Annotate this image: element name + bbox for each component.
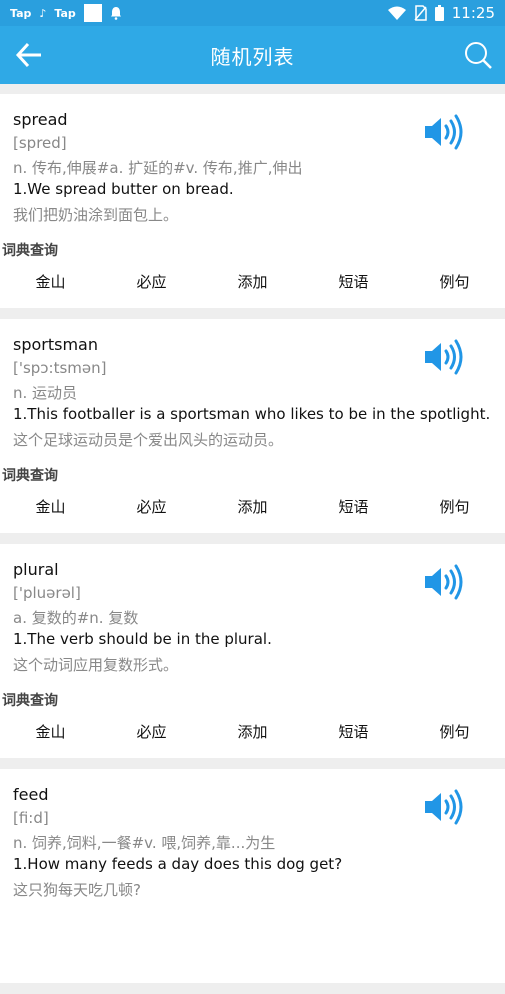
word-card: sportsman ['spɔ:tsmən] n. 运动员 1.This foo… bbox=[0, 319, 505, 533]
word-list: spread [spred] n. 传布,伸展#a. 扩延的#v. 传布,推广,… bbox=[0, 94, 505, 994]
notification-bell-icon bbox=[110, 7, 121, 20]
add-button[interactable]: 添加 bbox=[202, 262, 303, 302]
phrase-button[interactable]: 短语 bbox=[303, 262, 404, 302]
jinshan-button[interactable]: 金山 bbox=[0, 262, 101, 302]
word-phonetic: [fi:d] bbox=[13, 809, 49, 827]
search-icon[interactable] bbox=[463, 40, 493, 70]
example-english: 1.How many feeds a day does this dog get… bbox=[13, 855, 343, 873]
add-button[interactable]: 添加 bbox=[202, 712, 303, 752]
word-title: spread bbox=[13, 110, 68, 129]
word-phonetic: ['spɔ:tsmən] bbox=[13, 359, 107, 377]
speaker-icon[interactable] bbox=[423, 564, 465, 600]
phrase-button[interactable]: 短语 bbox=[303, 487, 404, 527]
status-bar-left: Tap ♪ Tap bbox=[10, 4, 122, 22]
dict-query-label: 词典查询 bbox=[2, 693, 58, 709]
word-phonetic: [spred] bbox=[13, 134, 67, 152]
tap-app-label-1: Tap bbox=[10, 6, 32, 20]
back-arrow-icon[interactable] bbox=[14, 40, 44, 70]
page-title: 随机列表 bbox=[210, 44, 295, 69]
app-notification-icon bbox=[83, 4, 102, 22]
speaker-icon[interactable] bbox=[423, 114, 465, 150]
word-card: feed [fi:d] n. 饲养,饲料,一餐#v. 喂,饲养,靠...为生 1… bbox=[0, 769, 505, 983]
word-definition: a. 复数的#n. 复数 bbox=[13, 609, 139, 627]
word-phonetic: ['pluərəl] bbox=[13, 584, 81, 602]
status-bar: Tap ♪ Tap 11:25 bbox=[0, 0, 505, 26]
word-definition: n. 饲养,饲料,一餐#v. 喂,饲养,靠...为生 bbox=[13, 834, 276, 852]
example-english: 1.We spread butter on bread. bbox=[13, 180, 234, 198]
example-chinese: 这个足球运动员是个爱出风头的运动员。 bbox=[13, 431, 284, 449]
battery-icon bbox=[434, 5, 444, 21]
word-title: feed bbox=[13, 785, 49, 804]
example-chinese: 这个动词应用复数形式。 bbox=[13, 656, 179, 674]
no-sim-icon bbox=[414, 5, 427, 21]
tap-app-label-2: Tap bbox=[54, 6, 76, 20]
bing-button[interactable]: 必应 bbox=[101, 487, 202, 527]
dict-query-label: 词典查询 bbox=[2, 243, 58, 259]
word-card: plural ['pluərəl] a. 复数的#n. 复数 1.The ver… bbox=[0, 544, 505, 758]
action-bar: 金山 必应 添加 短语 例句 bbox=[0, 712, 505, 752]
example-sentence-button[interactable]: 例句 bbox=[404, 487, 505, 527]
bing-button[interactable]: 必应 bbox=[101, 712, 202, 752]
tiktok-icon: ♪ bbox=[39, 6, 47, 20]
word-definition: n. 传布,伸展#a. 扩延的#v. 传布,推广,伸出 bbox=[13, 159, 303, 177]
speaker-icon[interactable] bbox=[423, 339, 465, 375]
status-bar-right: 11:25 bbox=[387, 4, 495, 22]
speaker-icon[interactable] bbox=[423, 789, 465, 825]
example-sentence-button[interactable]: 例句 bbox=[404, 712, 505, 752]
word-definition: n. 运动员 bbox=[13, 384, 78, 402]
add-button[interactable]: 添加 bbox=[202, 487, 303, 527]
wifi-icon bbox=[387, 6, 406, 20]
jinshan-button[interactable]: 金山 bbox=[0, 487, 101, 527]
dict-query-label: 词典查询 bbox=[2, 468, 58, 484]
example-english: 1.This footballer is a sportsman who lik… bbox=[13, 405, 491, 423]
example-chinese: 我们把奶油涂到面包上。 bbox=[13, 206, 179, 224]
example-sentence-button[interactable]: 例句 bbox=[404, 262, 505, 302]
phrase-button[interactable]: 短语 bbox=[303, 712, 404, 752]
jinshan-button[interactable]: 金山 bbox=[0, 712, 101, 752]
example-chinese: 这只狗每天吃几顿? bbox=[13, 881, 141, 899]
app-bar: 随机列表 bbox=[0, 26, 505, 84]
bing-button[interactable]: 必应 bbox=[101, 262, 202, 302]
status-time: 11:25 bbox=[451, 4, 495, 22]
action-bar: 金山 必应 添加 短语 例句 bbox=[0, 487, 505, 527]
word-title: sportsman bbox=[13, 335, 98, 354]
word-title: plural bbox=[13, 560, 59, 579]
example-english: 1.The verb should be in the plural. bbox=[13, 630, 272, 648]
action-bar: 金山 必应 添加 短语 例句 bbox=[0, 262, 505, 302]
word-card: spread [spred] n. 传布,伸展#a. 扩延的#v. 传布,推广,… bbox=[0, 94, 505, 308]
